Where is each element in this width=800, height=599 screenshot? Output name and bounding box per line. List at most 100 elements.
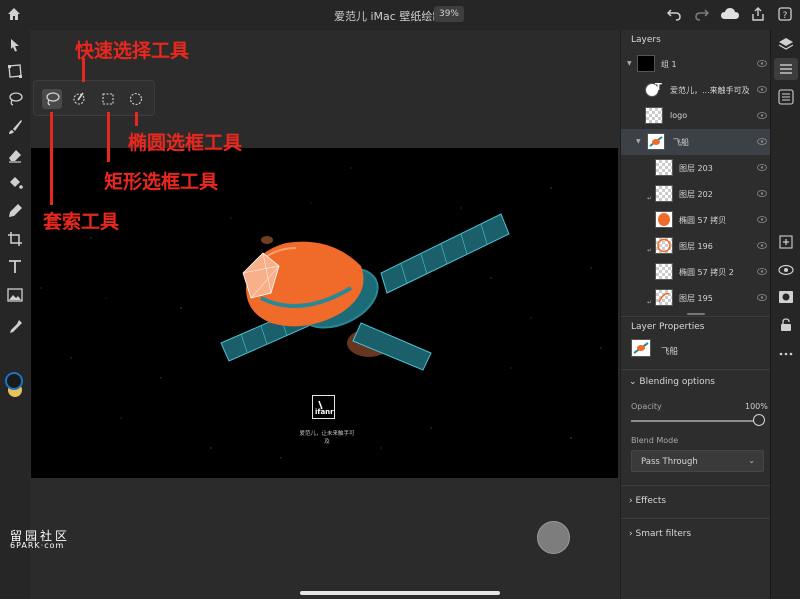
blend-mode-label: Blend Mode [631,436,679,445]
layer-thumbnail [655,185,673,202]
layer-properties-icon[interactable] [778,61,794,77]
text-layer-t-icon: T [655,82,662,93]
layer-row[interactable]: ▼ 组 1 [621,51,771,77]
layer-row[interactable]: 椭圆 57 拷贝 2 [621,259,771,285]
svg-text:?: ? [783,11,788,21]
layer-row[interactable]: ↵ 图层 196 [621,233,771,259]
transform-icon[interactable] [6,62,24,80]
lasso-icon [46,92,60,106]
annotation-lasso: 套索工具 [43,211,120,233]
document-canvas[interactable]: ifanr 爱范儿，让未来触手可及 [31,148,618,478]
quick-selection-icon [73,92,85,105]
selection-tools-popover [33,80,155,116]
layer-row[interactable]: ↵ 图层 195 [621,285,771,311]
properties-layer-name: 飞船 [661,347,679,357]
eye-icon[interactable] [757,190,767,197]
chevron-right-icon: › [629,529,633,539]
layers-icon[interactable] [778,36,794,52]
panel-divider [621,485,771,486]
lasso-tool-button[interactable] [42,89,62,109]
layer-thumbnail [647,133,665,150]
rectangle-marquee-icon [102,93,114,105]
document-title[interactable]: 爱范儿 iMac 壁纸绘制 [334,8,443,24]
panel-switcher [770,30,800,599]
undo-icon[interactable] [666,6,682,22]
annotation-arrow-quick-select [82,58,85,82]
eye-icon[interactable] [757,294,767,301]
home-indicator [300,591,500,595]
add-layer-icon[interactable] [778,234,794,250]
eyedropper-icon[interactable] [6,318,24,336]
blend-mode-select[interactable]: Pass Through ⌄ [631,450,764,472]
brush-icon[interactable] [6,118,24,136]
annotation-rect: 矩形选框工具 [104,171,219,193]
lock-icon[interactable] [778,317,794,333]
eye-icon[interactable] [757,86,767,93]
ellipse-marquee-icon [129,92,143,106]
fill-icon[interactable] [6,174,24,192]
opacity-slider-track[interactable] [631,420,756,422]
top-bar: 爱范儿 iMac 壁纸绘制 39% ? [0,0,800,30]
smart-filters-toggle[interactable]: › Smart filters [629,529,691,539]
visibility-eye-icon[interactable] [778,262,794,278]
layer-row[interactable]: ↵ 图层 202 [621,181,771,207]
layer-row[interactable]: 椭圆 57 拷贝 [621,207,771,233]
annotation-ellipse: 椭圆选框工具 [128,132,243,154]
adjustments-icon[interactable] [778,89,794,105]
layer-thumbnail [655,211,673,228]
tools-toolbar [0,30,30,599]
layer-row[interactable]: 图层 203 [621,155,771,181]
select-icon[interactable] [6,36,24,54]
more-options-icon[interactable] [778,346,794,362]
annotation-arrow-lasso [50,112,53,205]
layer-thumbnail [655,237,673,254]
opacity-slider-knob[interactable] [753,414,765,426]
help-icon[interactable]: ? [777,6,793,22]
blending-options-toggle[interactable]: ⌄ Blending options [629,377,715,387]
opacity-value: 100% [745,402,768,411]
healing-icon[interactable] [6,202,24,220]
lasso-icon[interactable] [6,90,24,108]
quick-selection-tool-button[interactable] [70,89,90,109]
layer-thumbnail [655,289,673,306]
eye-icon[interactable] [757,138,767,145]
cloud-icon[interactable] [720,6,740,22]
eye-icon[interactable] [757,216,767,223]
crop-icon[interactable] [6,230,24,248]
layer-properties-title: Layer Properties [631,322,705,332]
eye-icon[interactable] [757,242,767,249]
eye-icon[interactable] [757,60,767,67]
foreground-color-swatch[interactable] [5,372,23,390]
eye-icon[interactable] [757,268,767,275]
clip-arrow-icon: ↵ [647,247,653,254]
ellipse-marquee-tool-button[interactable] [126,89,146,109]
opacity-label: Opacity [631,402,662,411]
collapse-arrow-icon[interactable]: ▼ [636,138,641,145]
annotation-arrow-rect [107,112,110,162]
layer-row[interactable]: logo [621,103,771,129]
eraser-icon[interactable] [6,146,24,164]
mask-icon[interactable] [778,289,794,305]
annotation-arrow-ellipse [135,112,138,126]
layer-thumbnail [637,55,655,72]
eye-icon[interactable] [757,164,767,171]
share-icon[interactable] [750,6,766,22]
redo-icon[interactable] [694,6,710,22]
eye-icon[interactable] [757,112,767,119]
collapse-arrow-icon[interactable]: ▼ [627,60,632,67]
solar-panel-right [380,213,510,294]
clip-arrow-icon: ↵ [647,195,653,202]
layer-row-selected[interactable]: ▼ 飞船 [621,129,771,155]
home-icon[interactable] [6,6,22,22]
text-icon[interactable] [6,258,24,276]
rectangle-marquee-tool-button[interactable] [98,89,118,109]
layer-row[interactable]: T 爱范儿，...来触手可及 [621,77,771,103]
chevron-down-icon: ⌄ [748,456,755,465]
image-icon[interactable] [6,286,24,304]
panel-resize-handle[interactable] [687,313,705,315]
zoom-level[interactable]: 39% [434,6,464,22]
properties-thumbnail [631,339,651,357]
ifanr-logo: ifanr [312,395,335,419]
effects-toggle[interactable]: › Effects [629,496,666,506]
touch-modifier-button[interactable] [537,521,570,554]
